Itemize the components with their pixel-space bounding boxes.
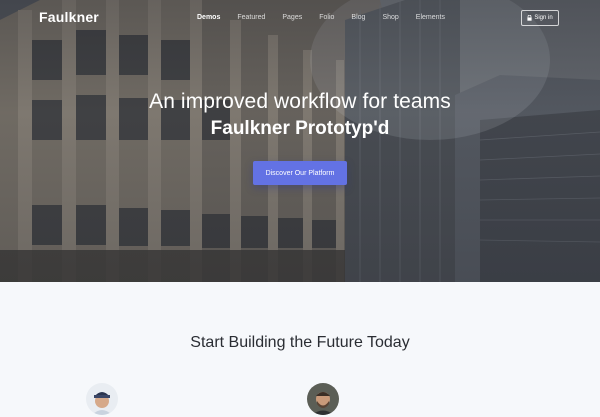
menu-item-folio[interactable]: Folio bbox=[319, 14, 334, 21]
avatar bbox=[86, 383, 118, 415]
menu-item-demos[interactable]: Demos bbox=[197, 14, 220, 21]
hero-overlay bbox=[0, 0, 600, 282]
lock-icon bbox=[527, 15, 532, 21]
top-navigation: Faulkner Demos Featured Pages Folio Blog… bbox=[0, 0, 600, 38]
menu-item-shop[interactable]: Shop bbox=[382, 14, 398, 21]
menu-item-featured[interactable]: Featured bbox=[237, 14, 265, 21]
hero-subheadline: Faulkner Prototyp'd bbox=[210, 118, 390, 139]
hero-section: Faulkner Demos Featured Pages Folio Blog… bbox=[0, 0, 600, 282]
menu-item-elements[interactable]: Elements bbox=[416, 14, 445, 21]
main-menu: Demos Featured Pages Folio Blog Shop Ele… bbox=[197, 14, 462, 21]
sign-in-button[interactable]: Sign in bbox=[521, 10, 559, 26]
section-title: Start Building the Future Today bbox=[190, 334, 410, 351]
page: Faulkner Demos Featured Pages Folio Blog… bbox=[0, 0, 600, 417]
avatar bbox=[307, 383, 339, 415]
logo[interactable]: Faulkner bbox=[39, 9, 99, 25]
menu-item-blog[interactable]: Blog bbox=[351, 14, 365, 21]
discover-platform-button[interactable]: Discover Our Platform bbox=[253, 161, 347, 185]
hero-headline: An improved workflow for teams bbox=[149, 90, 451, 113]
features-section: Start Building the Future Today bbox=[0, 282, 600, 417]
sign-in-label: Sign in bbox=[534, 15, 553, 21]
menu-item-pages[interactable]: Pages bbox=[282, 14, 302, 21]
